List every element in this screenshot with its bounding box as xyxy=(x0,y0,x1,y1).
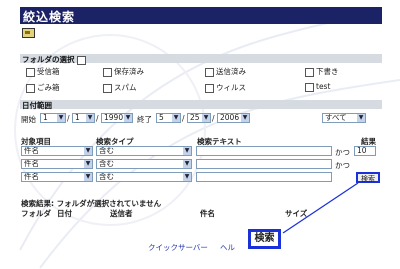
footer-link-help[interactable]: ヘル xyxy=(220,242,235,253)
search-button-zoomed[interactable]: 検索 xyxy=(248,229,281,249)
footer-link-quickserver[interactable]: クイックサーバー xyxy=(148,242,208,253)
callout-line xyxy=(282,182,359,234)
